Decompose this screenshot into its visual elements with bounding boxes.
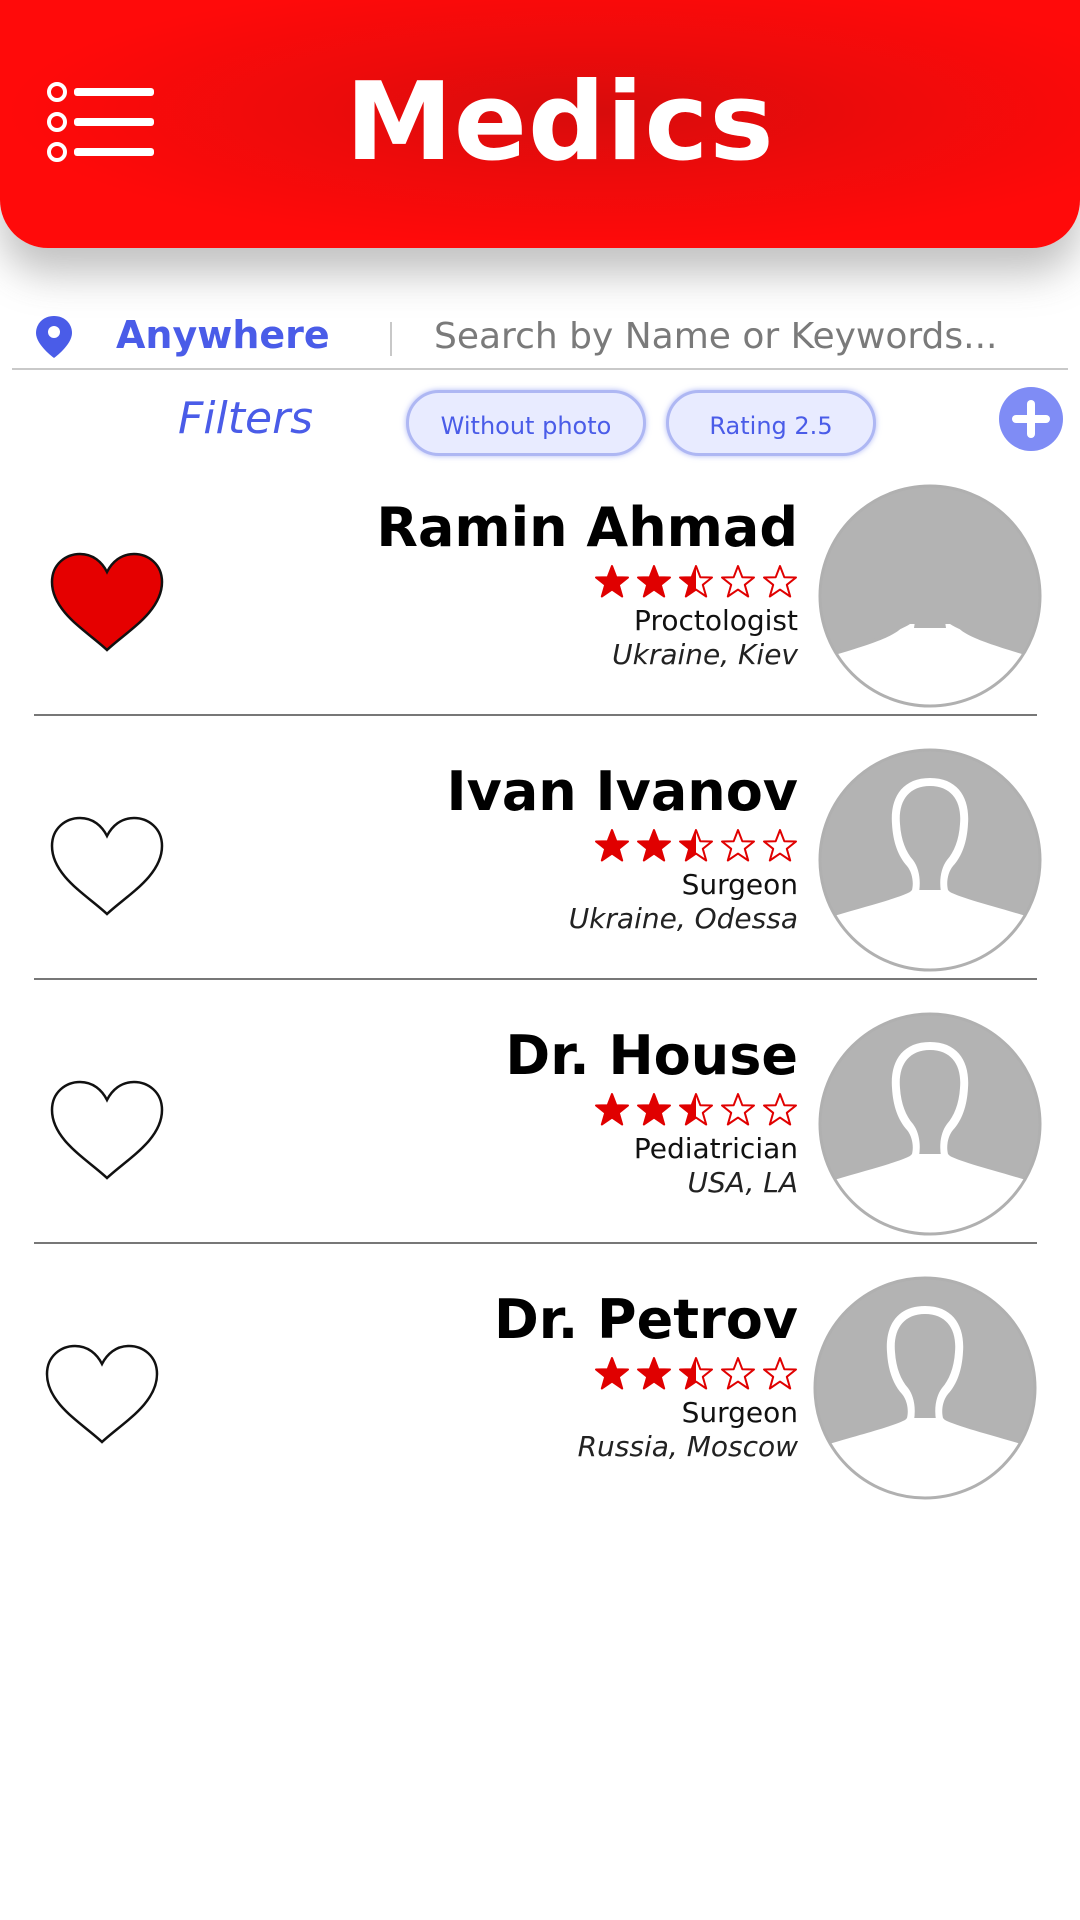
doctor-location: Ukraine, Odessa	[568, 902, 798, 935]
heart-outline-icon[interactable]	[43, 1342, 161, 1446]
star-empty-icon	[721, 829, 755, 862]
doctor-name: Ivan Ivanov	[446, 760, 798, 823]
star-half-icon	[679, 829, 713, 862]
heart-outline-icon[interactable]	[48, 814, 166, 918]
rating-stars	[447, 828, 798, 866]
star-empty-icon	[763, 1093, 797, 1126]
star-filled-icon	[637, 1357, 671, 1390]
page-title: Medics	[345, 60, 775, 185]
doctor-specialty: Proctologist	[634, 604, 798, 637]
star-filled-icon	[595, 1093, 629, 1126]
star-half-icon	[679, 1093, 713, 1126]
search-divider	[390, 322, 392, 356]
doctor-name: Dr. House	[505, 1024, 798, 1087]
doctor-info: Ivan Ivanov Surgeon Ukraine, Odessa	[447, 760, 798, 936]
rating-stars	[376, 564, 798, 602]
star-filled-icon	[637, 565, 671, 598]
row-divider	[34, 1242, 1037, 1244]
search-bar: Anywhere	[12, 302, 1068, 370]
doctor-card[interactable]: Dr. House Pediatrician USA, LA	[0, 998, 1080, 1262]
plus-circle-icon[interactable]	[998, 386, 1064, 452]
star-empty-icon	[763, 565, 797, 598]
star-empty-icon	[763, 829, 797, 862]
doctor-name: Ramin Ahmad	[376, 496, 798, 559]
filter-chip-rating[interactable]: Rating 2.5	[666, 390, 876, 456]
star-empty-icon	[721, 1093, 755, 1126]
avatar-placeholder-icon[interactable]	[813, 1276, 1037, 1500]
star-filled-icon	[595, 1357, 629, 1390]
star-filled-icon	[595, 565, 629, 598]
app-header: Medics	[0, 0, 1080, 248]
star-empty-icon	[721, 565, 755, 598]
star-half-icon	[679, 565, 713, 598]
avatar-placeholder-icon[interactable]	[818, 484, 1042, 708]
location-selector[interactable]: Anywhere	[116, 312, 330, 358]
doctor-info: Ramin Ahmad Proctologist Ukraine, Kiev	[376, 496, 798, 672]
heart-outline-icon[interactable]	[48, 1078, 166, 1182]
doctor-card[interactable]: Ramin Ahmad Proctologist Ukraine, Kiev	[0, 470, 1080, 734]
avatar-placeholder-icon[interactable]	[818, 1012, 1042, 1236]
doctor-info: Dr. House Pediatrician USA, LA	[505, 1024, 798, 1200]
rating-stars	[505, 1092, 798, 1130]
doctor-info: Dr. Petrov Surgeon Russia, Moscow	[494, 1288, 798, 1464]
row-divider	[34, 978, 1037, 980]
search-input[interactable]	[432, 310, 1056, 362]
location-pin-icon[interactable]	[34, 314, 74, 360]
star-empty-icon	[721, 1357, 755, 1390]
doctor-card[interactable]: Ivan Ivanov Surgeon Ukraine, Odessa	[0, 734, 1080, 998]
doctor-location: Ukraine, Kiev	[612, 638, 798, 671]
doctor-location: Russia, Moscow	[577, 1430, 798, 1463]
star-filled-icon	[595, 829, 629, 862]
doctor-specialty: Surgeon	[681, 868, 798, 901]
star-empty-icon	[763, 1357, 797, 1390]
row-divider	[34, 714, 1037, 716]
doctor-specialty: Pediatrician	[633, 1132, 798, 1165]
filters-button[interactable]: Filters	[178, 392, 313, 446]
avatar-placeholder-icon[interactable]	[818, 748, 1042, 972]
doctor-specialty: Surgeon	[681, 1396, 798, 1429]
star-filled-icon	[637, 1093, 671, 1126]
heart-filled-icon[interactable]	[48, 550, 166, 654]
doctor-location: USA, LA	[687, 1166, 799, 1199]
doctor-name: Dr. Petrov	[493, 1288, 798, 1351]
rating-stars	[494, 1356, 798, 1394]
filter-chip-without-photo[interactable]: Without photo	[406, 390, 646, 456]
star-filled-icon	[637, 829, 671, 862]
doctor-card[interactable]: Dr. Petrov Surgeon Russia, Moscow	[0, 1262, 1080, 1526]
star-half-icon	[679, 1357, 713, 1390]
